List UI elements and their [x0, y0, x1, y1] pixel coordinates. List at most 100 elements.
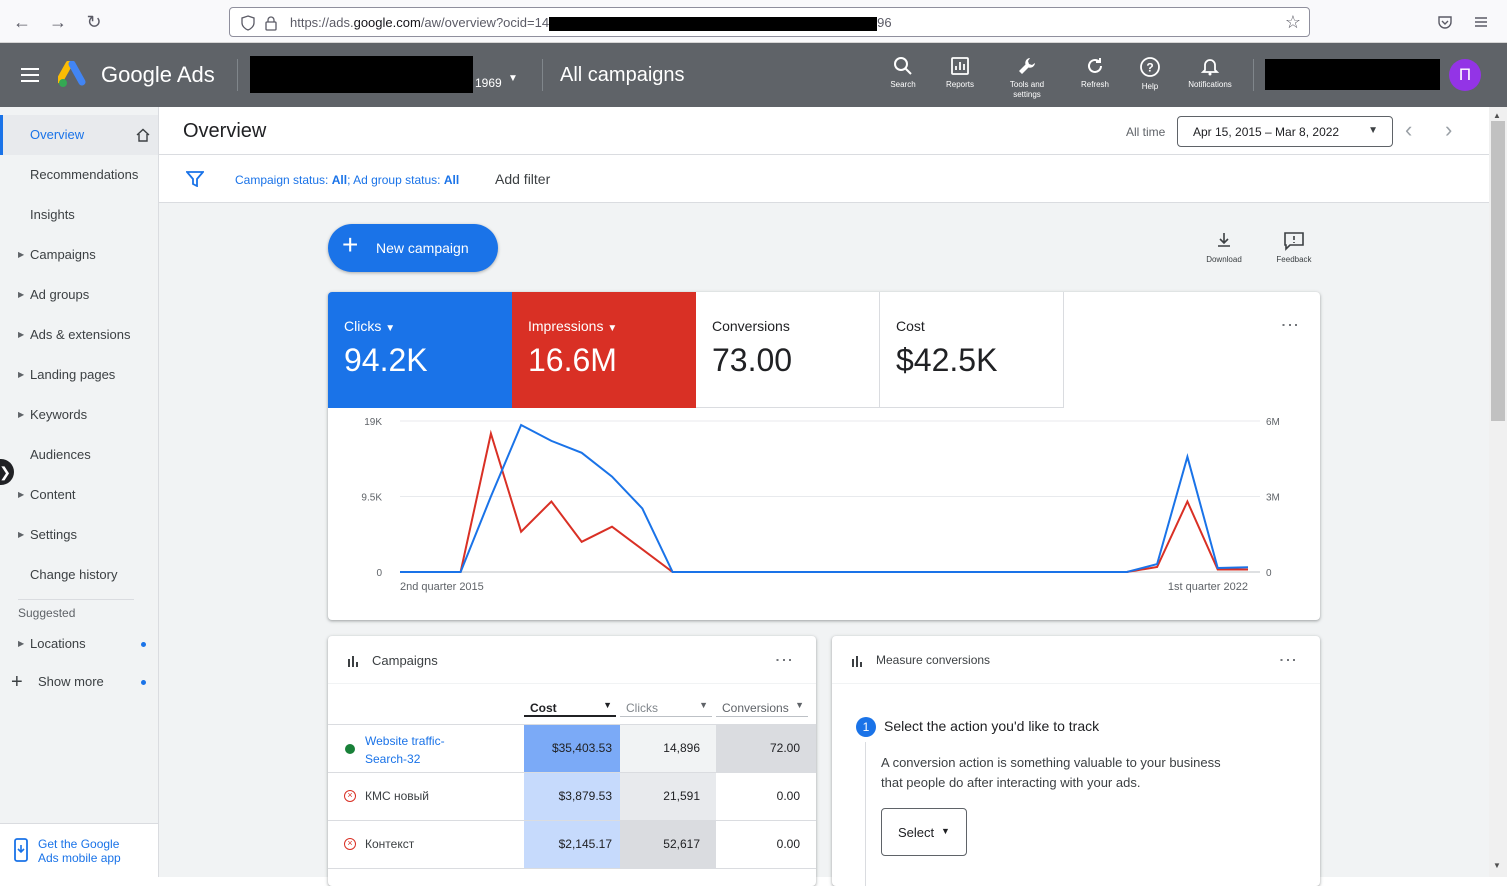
new-campaign-label: New campaign [376, 240, 469, 256]
divider [1253, 59, 1254, 91]
card-title: Measure conversions [876, 653, 991, 667]
expand-caret-icon: ▶ [18, 330, 25, 339]
avatar[interactable]: П [1449, 59, 1481, 91]
more-options-icon[interactable]: ⋮ [1278, 651, 1298, 669]
clicks-cell: 52,617 [620, 821, 716, 868]
tools-settings[interactable]: Tools and settings [999, 56, 1055, 100]
help-tool[interactable]: ? Help [1122, 56, 1178, 91]
sidebar-item-campaigns[interactable]: ▶ Campaigns [0, 235, 158, 275]
sidebar-item-recommendations[interactable]: Recommendations [0, 155, 158, 195]
sidebar-item-change-history[interactable]: Change history [0, 555, 158, 595]
y-right-tick-label: 3M [1266, 493, 1280, 504]
main-content: Overview All time Apr 15, 2015 – Mar 8, … [159, 107, 1489, 886]
url-text: https://ads.google.com/aw/overview?ocid=… [290, 15, 892, 31]
series-line-impressions [400, 429, 1248, 573]
account-id-suffix: 1969 [475, 76, 502, 90]
stepper-line [865, 742, 866, 886]
new-campaign-button[interactable]: + New campaign [328, 224, 498, 272]
metric-conversions[interactable]: Conversions 73.00 [696, 292, 880, 408]
metric-clicks[interactable]: Clicks ▼ 94.2K [328, 292, 512, 408]
y-right-tick-label: 0 [1266, 568, 1272, 579]
page-scrollbar[interactable]: ▲ ▼ [1489, 107, 1507, 877]
active-filters[interactable]: Campaign status: All; Ad group status: A… [235, 173, 459, 187]
sidebar-item-settings[interactable]: ▶ Settings [0, 515, 158, 555]
refresh-tool[interactable]: Refresh [1067, 56, 1123, 89]
next-period-icon[interactable]: › [1445, 117, 1452, 143]
search-tool[interactable]: Search [875, 56, 931, 89]
status-removed-icon: × [344, 790, 356, 802]
back-icon[interactable]: ← [10, 10, 34, 34]
mobile-app-line2[interactable]: Ads mobile app [38, 851, 121, 865]
date-range-picker[interactable]: Apr 15, 2015 – Mar 8, 2022 ▼ [1177, 116, 1393, 147]
pocket-icon[interactable] [1437, 14, 1453, 30]
campaign-name[interactable]: Контекст [365, 837, 414, 851]
sidebar-item-ad-groups[interactable]: ▶ Ad groups [0, 275, 158, 315]
campaign-name-link[interactable]: Website traffic- Search-32 [365, 732, 445, 768]
campaigns-card: Campaigns ⋮ Cost ▼ Clicks ▼ Conversions ▼ W… [328, 636, 816, 886]
hamburger-menu-icon[interactable] [1473, 14, 1489, 30]
metric-label: Conversions [712, 318, 790, 334]
conversion-action-select[interactable]: Select ▼ [881, 808, 967, 856]
y-right-tick-label: 6M [1266, 417, 1280, 428]
campaign-name[interactable]: КМС новый [365, 789, 429, 803]
feedback-icon [1284, 232, 1304, 251]
more-options-icon[interactable]: ⋮ [774, 651, 794, 669]
sidebar-item-audiences[interactable]: Audiences [0, 435, 158, 475]
table-row[interactable]: Website traffic- Search-32 $35,403.53 14,… [328, 725, 816, 773]
table-row[interactable]: × КМС новый $3,879.53 21,591 0.00 [328, 773, 816, 821]
scrollbar-thumb[interactable] [1491, 121, 1505, 421]
column-header-cost[interactable]: Cost ▼ [524, 697, 616, 717]
date-range-value: Apr 15, 2015 – Mar 8, 2022 [1193, 125, 1340, 139]
sidebar: Overview Recommendations Insights ▶ Campa… [0, 107, 159, 877]
reload-icon[interactable]: ↻ [82, 10, 106, 34]
sidebar-item-overview[interactable]: Overview [0, 115, 158, 155]
forward-icon[interactable]: → [46, 10, 70, 34]
sidebar-item-content[interactable]: ▶ Content [0, 475, 158, 515]
scroll-up-icon[interactable]: ▲ [1493, 111, 1501, 120]
series-line-clicks [400, 423, 1249, 573]
mobile-app-promo[interactable]: Get the Google Ads mobile app [0, 823, 158, 877]
bookmark-star-icon[interactable]: ☆ [1285, 12, 1301, 33]
account-dropdown-icon[interactable]: ▼ [508, 73, 518, 84]
scroll-down-icon[interactable]: ▼ [1493, 861, 1501, 870]
card-title: Campaigns [372, 653, 438, 668]
expand-caret-icon: ▶ [18, 530, 25, 539]
menu-icon[interactable] [20, 67, 40, 83]
sidebar-item-insights[interactable]: Insights [0, 195, 158, 235]
lock-icon [265, 16, 277, 31]
metric-value: 16.6M [528, 342, 617, 378]
feedback-button[interactable]: Feedback [1269, 231, 1319, 264]
expand-caret-icon: ▶ [18, 639, 25, 648]
brand-name: Google Ads [101, 62, 215, 87]
sidebar-item-keywords[interactable]: ▶ Keywords [0, 395, 158, 435]
phone-icon [14, 838, 28, 862]
mobile-app-line1[interactable]: Get the Google [38, 837, 121, 851]
scope-title[interactable]: All campaigns [560, 64, 685, 87]
sidebar-item-landing-pages[interactable]: ▶ Landing pages [0, 355, 158, 395]
address-bar[interactable]: https://ads.google.com/aw/overview?ocid=… [229, 7, 1310, 37]
column-header-conversions[interactable]: Conversions ▼ [716, 697, 808, 717]
metric-cost[interactable]: Cost $42.5K [880, 292, 1064, 408]
metric-impressions[interactable]: Impressions ▼ 16.6M [512, 292, 696, 408]
table-row[interactable]: × Контекст $2,145.17 52,617 0.00 [328, 821, 816, 869]
previous-period-icon[interactable]: ‹ [1405, 117, 1412, 143]
refresh-icon [1088, 58, 1102, 73]
metric-value: 94.2K [344, 342, 428, 378]
filter-icon[interactable] [186, 171, 204, 187]
y-left-tick-label: 9.5K [361, 493, 382, 504]
notifications-tool[interactable]: Notifications [1182, 56, 1238, 89]
add-filter-button[interactable]: Add filter [495, 171, 550, 187]
column-header-clicks[interactable]: Clicks ▼ [620, 697, 712, 717]
metric-label: Impressions [528, 318, 604, 334]
x-start-label: 2nd quarter 2015 [400, 581, 484, 593]
sidebar-item-ads-extensions[interactable]: ▶ Ads & extensions [0, 315, 158, 355]
cost-cell: $2,145.17 [524, 821, 620, 868]
divider [18, 599, 134, 600]
sidebar-item-show-more[interactable]: + Show more [0, 662, 158, 702]
chevron-down-icon: ▼ [699, 700, 708, 710]
performance-chart: 19K 6M 9.5K 3M 0 0 2nd quarter 2015 1st quarter… [361, 417, 1280, 593]
more-options-icon[interactable]: ⋮ [1280, 316, 1300, 334]
download-button[interactable]: Download [1199, 231, 1249, 264]
reports-tool[interactable]: Reports [932, 56, 988, 89]
sidebar-item-locations[interactable]: ▶ Locations [0, 624, 158, 664]
